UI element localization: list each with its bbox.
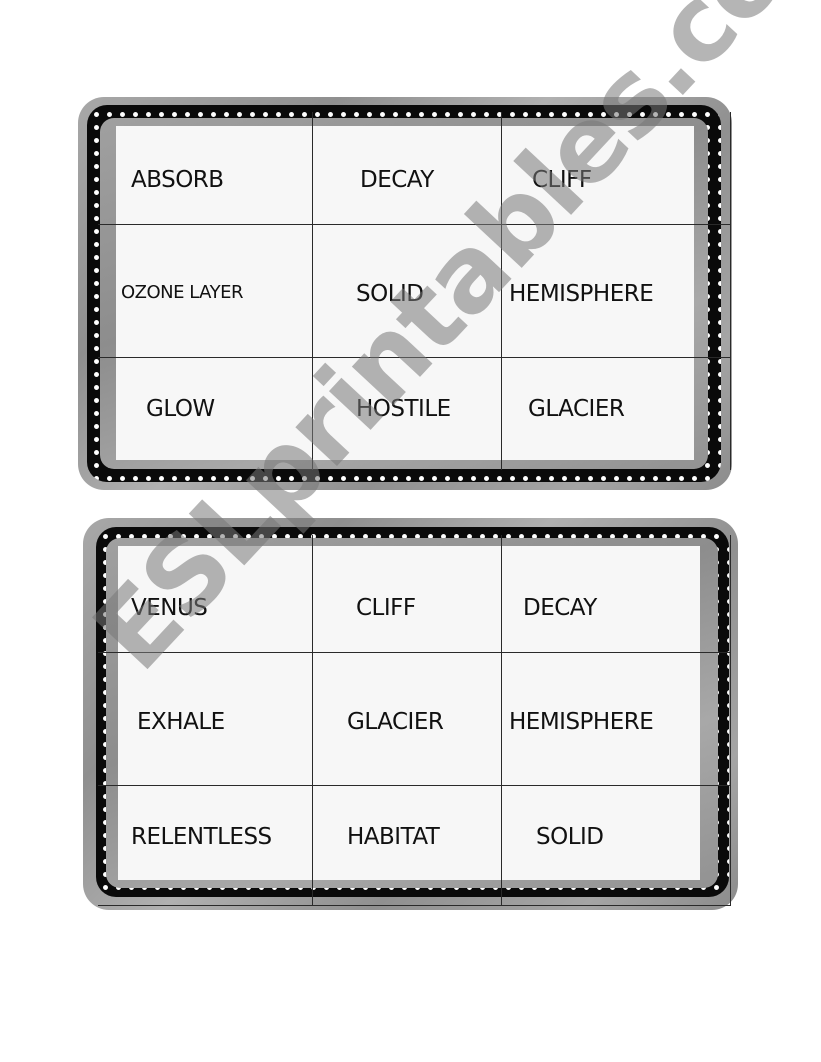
card-2-cell-r2c2: GLACIER	[347, 709, 444, 735]
grid-line	[501, 535, 502, 905]
card-1-cell-r3c3: GLACIER	[528, 396, 625, 422]
grid-line	[98, 224, 731, 225]
grid-line	[730, 535, 731, 905]
card-1-cell-r2c2: SOLID	[356, 281, 424, 307]
grid-line	[501, 112, 502, 470]
card-2-cell-r1c2: CLIFF	[356, 595, 416, 621]
card-2-cell-r1c3: DECAY	[523, 595, 597, 621]
grid-line	[312, 112, 313, 470]
card-1-cell-r3c1: GLOW	[146, 396, 215, 422]
card-2-cell-r2c1: EXHALE	[137, 709, 225, 735]
card-2-cell-r3c1: RELENTLESS	[131, 824, 272, 850]
grid-line	[98, 357, 731, 358]
card-1-cell-r1c1: ABSORB	[131, 167, 224, 193]
card-1-cell-r1c3: CLIFF	[532, 167, 592, 193]
card-2-cell-r3c2: HABITAT	[347, 824, 440, 850]
grid-line	[98, 785, 731, 786]
grid-line	[730, 112, 731, 470]
card-1-cell-r2c1: OZONE LAYER	[121, 282, 243, 303]
grid-line	[98, 652, 731, 653]
card-2-cell-r2c3: HEMISPHERE	[509, 709, 654, 735]
card-1-cell-r1c2: DECAY	[360, 167, 434, 193]
card-2-cell-r1c1: VENUS	[131, 595, 208, 621]
grid-line	[98, 905, 731, 906]
card-1-cell-r2c3: HEMISPHERE	[509, 281, 654, 307]
card-2-cell-r3c3: SOLID	[536, 824, 604, 850]
grid-line	[312, 535, 313, 905]
card-1-cell-r3c2: HOSTILE	[356, 396, 451, 422]
